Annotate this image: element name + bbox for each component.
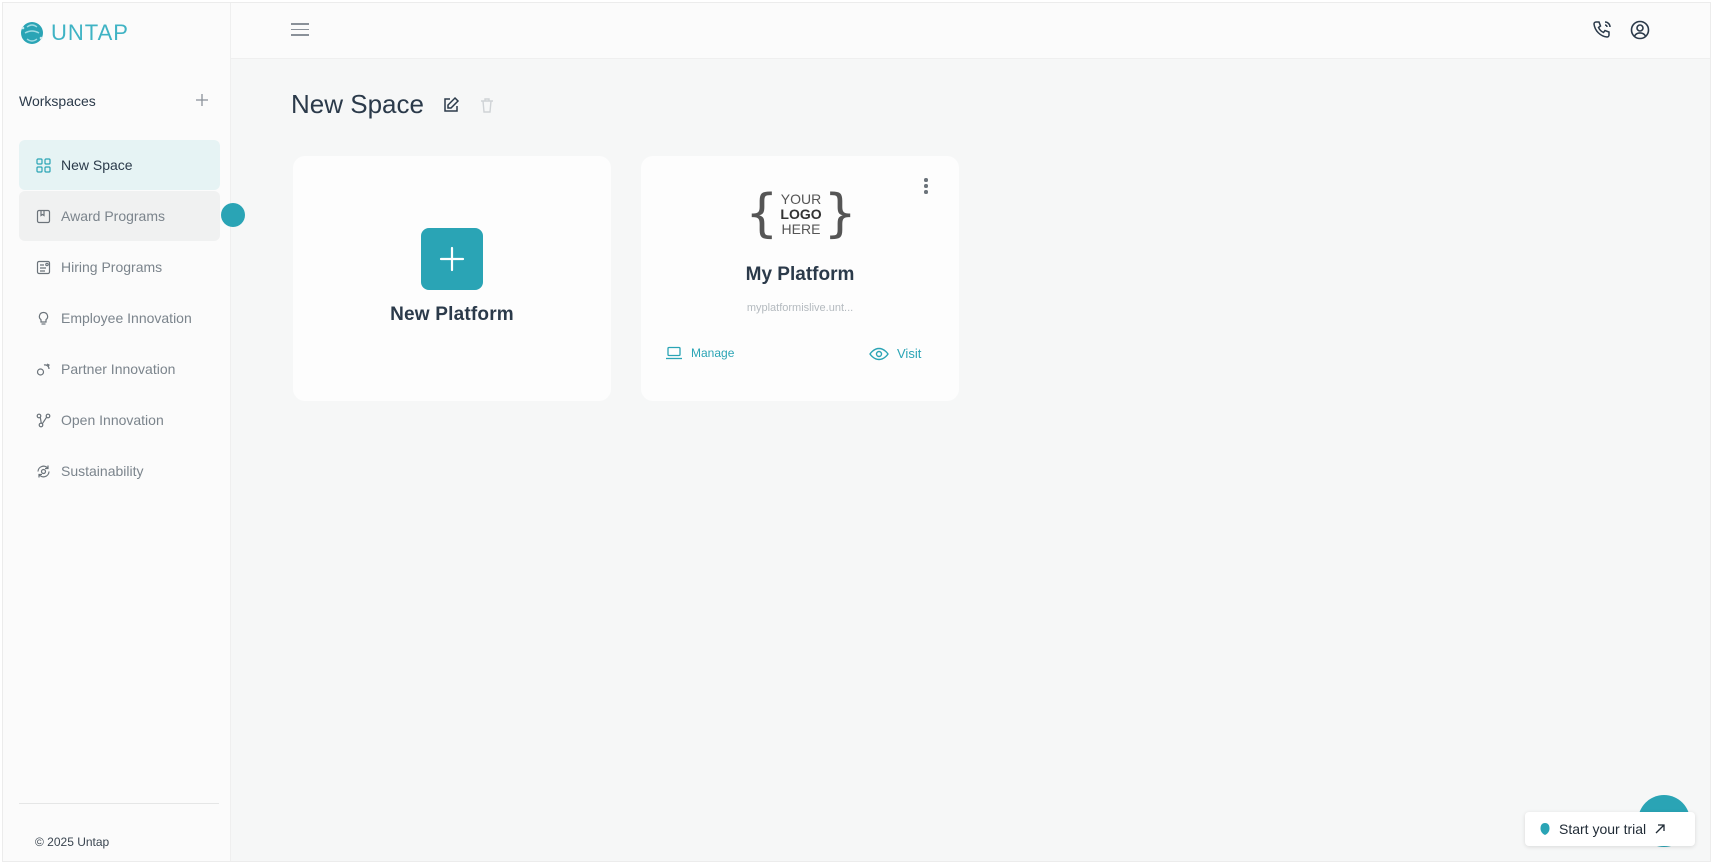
sidebar-item-label: Open Innovation: [61, 412, 164, 428]
lightbulb-icon: [35, 310, 51, 326]
menu-icon[interactable]: [291, 23, 309, 37]
right-brace-glyph: }: [823, 184, 857, 244]
logo-word: LOGO: [780, 205, 822, 222]
brand-logo[interactable]: UNTAP: [19, 19, 129, 47]
topbar: [231, 3, 1710, 59]
page-title: New Space: [291, 89, 424, 119]
sidebar-item-label: Sustainability: [61, 463, 144, 479]
sidebar-item-partner-innovation[interactable]: Partner Innovation: [19, 344, 220, 394]
left-brace-glyph: {: [745, 184, 779, 244]
logo-word: HERE: [781, 220, 821, 237]
platform-logo: { YOUR LOGO HERE }: [745, 186, 856, 242]
sidebar-divider: [19, 803, 219, 804]
document-icon: [35, 259, 51, 275]
untap-logo-icon: [21, 22, 43, 44]
workspace-nav: New Space Award Programs Hiring Programs…: [19, 140, 220, 497]
plus-icon: [439, 246, 465, 272]
sidebar-item-hiring-programs[interactable]: Hiring Programs: [19, 242, 220, 292]
recycle-icon: [35, 463, 51, 479]
handshake-icon: [35, 361, 51, 377]
sidebar-item-label: Partner Innovation: [61, 361, 176, 377]
sidebar-item-open-innovation[interactable]: Open Innovation: [19, 395, 220, 445]
sidebar: UNTAP Workspaces New Space Award Program…: [3, 3, 231, 861]
trash-icon[interactable]: [478, 96, 496, 114]
sidebar-item-new-space[interactable]: New Space: [19, 140, 220, 190]
platform-card: { YOUR LOGO HERE } My Platform myplatfor…: [641, 156, 959, 401]
edit-icon[interactable]: [442, 96, 460, 114]
sidebar-item-sustainability[interactable]: Sustainability: [19, 446, 220, 496]
sidebar-item-employee-innovation[interactable]: Employee Innovation: [19, 293, 220, 343]
nodes-icon: [35, 412, 51, 428]
copyright-text: © 2025 Untap: [35, 835, 110, 849]
sidebar-item-label: Employee Innovation: [61, 310, 192, 326]
platform-url[interactable]: myplatformislive.unt...: [641, 302, 959, 314]
sidebar-item-award-programs[interactable]: Award Programs: [19, 191, 220, 241]
plus-icon: [196, 94, 208, 106]
user-circle-icon[interactable]: [1629, 19, 1651, 41]
grid-icon: [35, 157, 51, 173]
eye-icon: [869, 347, 889, 360]
visit-label: Visit: [897, 346, 922, 361]
manage-label: Manage: [691, 346, 735, 360]
laptop-icon: [666, 346, 682, 360]
platform-name: My Platform: [745, 264, 855, 285]
shield-icon: [1540, 823, 1550, 835]
arrow-up-right-icon: [1655, 824, 1665, 834]
manage-button[interactable]: Manage: [665, 346, 734, 360]
logo-placeholder-text: YOUR LOGO HERE: [780, 190, 822, 237]
sidebar-item-label: New Space: [61, 157, 133, 173]
new-platform-label: New Platform: [390, 304, 514, 325]
brand-name: UNTAP: [51, 20, 129, 45]
workspaces-header: Workspaces: [19, 91, 209, 111]
start-trial-label: Start your trial: [1559, 821, 1647, 837]
sidebar-item-label: Award Programs: [61, 208, 166, 224]
workspaces-title: Workspaces: [19, 93, 96, 109]
bookmark-icon: [35, 208, 51, 224]
add-workspace-button[interactable]: [195, 91, 209, 111]
visit-button[interactable]: Visit: [869, 346, 921, 361]
page-title-row: New Space: [291, 89, 496, 120]
phone-icon[interactable]: [1591, 19, 1613, 41]
app-window: UNTAP Workspaces New Space Award Program…: [2, 2, 1711, 862]
start-trial-button[interactable]: Start your trial: [1525, 812, 1695, 846]
add-platform-button[interactable]: [421, 228, 483, 290]
cursor-indicator: [221, 203, 245, 227]
new-platform-card[interactable]: New Platform: [293, 156, 611, 401]
sidebar-item-label: Hiring Programs: [61, 259, 163, 275]
logo-word: YOUR: [780, 190, 822, 207]
more-options-icon[interactable]: [923, 178, 929, 194]
